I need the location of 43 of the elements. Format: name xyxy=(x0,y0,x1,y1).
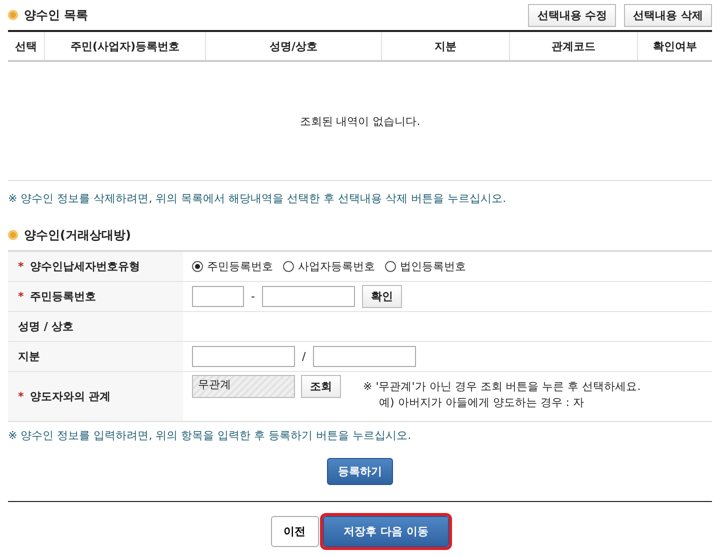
field-label: 지분 xyxy=(18,349,40,364)
required-mark: * xyxy=(18,290,24,303)
column-header: 관계코드 xyxy=(509,32,637,60)
section-title: 양수인(거래상대방) xyxy=(24,226,131,244)
column-header: 성명/상호 xyxy=(205,32,381,60)
bullet-icon xyxy=(8,230,18,240)
column-header: 확인여부 xyxy=(637,32,712,60)
toolbar-button[interactable]: 선택내용 수정 xyxy=(528,4,616,26)
empty-message: 조회된 내역이 없습니다. xyxy=(300,114,420,128)
column-header: 선택 xyxy=(14,38,38,54)
column-header: 주민(사업자)등록번호 xyxy=(44,32,205,60)
input-field[interactable]: 무관계 xyxy=(192,375,295,398)
input-field[interactable] xyxy=(192,286,244,307)
input-field[interactable] xyxy=(262,286,355,307)
field-label: 양수인납세자번호유형 xyxy=(30,259,140,274)
radio-button[interactable] xyxy=(192,261,203,272)
separator-text: / xyxy=(302,350,306,363)
radio-option[interactable]: 주민등록번호 xyxy=(192,259,273,274)
nav-button[interactable]: 저장후 다음 이동 xyxy=(322,516,450,547)
section-title: 양수인 목록 xyxy=(24,6,88,24)
separator-text: - xyxy=(251,290,255,303)
hint-text: 예) 아버지가 아들에게 양도하는 경우 : 자 xyxy=(378,395,585,411)
column-header: 지분 xyxy=(381,32,509,60)
field-label: 주민등록번호 xyxy=(30,289,96,304)
toolbar-button[interactable]: 선택내용 삭제 xyxy=(624,4,712,26)
confirm-button[interactable]: 확인 xyxy=(362,285,402,308)
input-field[interactable] xyxy=(312,346,416,367)
radio-option[interactable]: 법인등록번호 xyxy=(385,259,466,274)
note-text: ※ 양수인 정보를 삭제하려면, 위의 목록에서 해당내역을 선택한 후 선택내용 삭제 버튼을 누르십시오. xyxy=(8,191,508,206)
note-text: ※ 양수인 정보를 입력하려면, 위의 항목을 입력한 후 등록하기 버튼을 누르십시오. xyxy=(8,428,412,443)
radio-button[interactable] xyxy=(283,261,294,272)
field-label: 성명 / 상호 xyxy=(18,319,74,334)
field-label: 양도자와의 관계 xyxy=(30,389,111,404)
radio-option[interactable]: 사업자등록번호 xyxy=(283,259,375,274)
bullet-icon xyxy=(8,10,18,20)
required-mark: * xyxy=(18,390,24,403)
required-mark: * xyxy=(18,260,24,273)
input-field[interactable] xyxy=(192,346,295,367)
nav-button[interactable]: 이전 xyxy=(270,516,319,547)
register-button[interactable]: 등록하기 xyxy=(327,458,393,485)
hint-text: ※ '무관계'가 아닌 경우 조회 버튼을 누른 후 선택하세요. xyxy=(363,379,641,395)
radio-button[interactable] xyxy=(385,261,396,272)
lookup-button[interactable]: 조회 xyxy=(301,375,341,398)
